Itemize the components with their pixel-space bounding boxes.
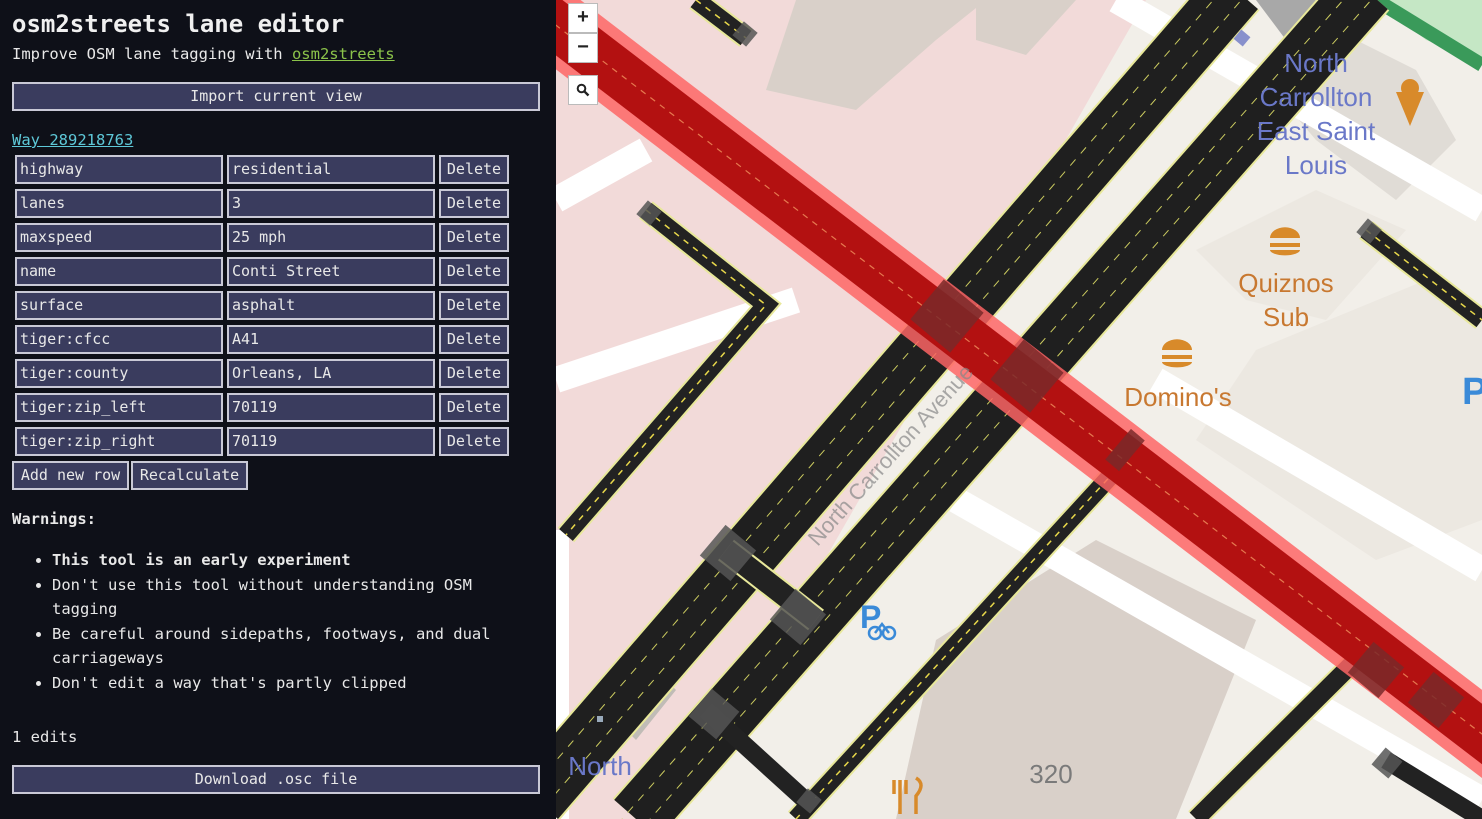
- warning-item: Don't use this tool without understandin…: [52, 573, 522, 621]
- subtitle-text: Improve OSM lane tagging with: [12, 45, 292, 63]
- tag-key-input[interactable]: tiger:cfcc: [15, 325, 223, 354]
- parking-icon: P: [1462, 371, 1482, 413]
- tag-value-input[interactable]: 70119: [227, 393, 435, 422]
- tag-key-input[interactable]: lanes: [15, 189, 223, 218]
- magnifier-icon: [576, 83, 590, 97]
- label-carrollton-3: East Saint: [1257, 116, 1376, 146]
- warnings-list: This tool is an early experiment Don't u…: [36, 548, 522, 696]
- label-carrollton-4: Louis: [1285, 150, 1347, 180]
- zoom-out-button[interactable]: −: [568, 33, 598, 63]
- warning-item: This tool is an early experiment: [52, 548, 522, 572]
- tag-key-input[interactable]: maxspeed: [15, 223, 223, 252]
- label-quiznos-2: Sub: [1263, 302, 1309, 332]
- edits-count: 1 edits: [12, 728, 78, 746]
- app-subtitle: Improve OSM lane tagging with osm2street…: [12, 45, 395, 63]
- label-quiznos-1: Quiznos: [1238, 268, 1333, 298]
- tag-value-input[interactable]: A41: [227, 325, 435, 354]
- tag-value-input[interactable]: asphalt: [227, 291, 435, 320]
- app-title: osm2streets lane editor: [12, 10, 345, 38]
- zoom-in-button[interactable]: +: [568, 3, 598, 33]
- tag-key-input[interactable]: tiger:zip_right: [15, 427, 223, 456]
- osm2streets-link[interactable]: osm2streets: [292, 45, 395, 63]
- tag-value-input[interactable]: 70119: [227, 427, 435, 456]
- delete-row-button[interactable]: Delete: [439, 359, 509, 388]
- warnings-title: Warnings:: [12, 510, 96, 528]
- tag-key-input[interactable]: tiger:zip_left: [15, 393, 223, 422]
- map-canvas[interactable]: North Carrollton East Saint Louis Quizno…: [556, 0, 1482, 819]
- crossing-icon: [597, 716, 603, 722]
- download-osc-button[interactable]: Download .osc file: [12, 765, 540, 794]
- tag-key-input[interactable]: name: [15, 257, 223, 286]
- tag-key-input[interactable]: surface: [15, 291, 223, 320]
- way-link[interactable]: Way 289218763: [12, 131, 133, 149]
- add-row-button[interactable]: Add new row: [12, 461, 129, 490]
- tag-key-input[interactable]: highway: [15, 155, 223, 184]
- warning-item: Don't edit a way that's partly clipped: [52, 671, 522, 695]
- label-house-number: 320: [1029, 759, 1072, 789]
- delete-row-button[interactable]: Delete: [439, 325, 509, 354]
- delete-row-button[interactable]: Delete: [439, 427, 509, 456]
- tag-value-input[interactable]: 3: [227, 189, 435, 218]
- map-view[interactable]: North Carrollton East Saint Louis Quizno…: [556, 0, 1482, 819]
- delete-row-button[interactable]: Delete: [439, 223, 509, 252]
- tag-value-input[interactable]: residential: [227, 155, 435, 184]
- tag-value-input[interactable]: 25 mph: [227, 223, 435, 252]
- label-carrollton-1: North: [1284, 48, 1348, 78]
- delete-row-button[interactable]: Delete: [439, 155, 509, 184]
- label-north-bottom: North: [568, 751, 632, 781]
- recalculate-button[interactable]: Recalculate: [131, 461, 248, 490]
- delete-row-button[interactable]: Delete: [439, 393, 509, 422]
- tag-value-input[interactable]: Conti Street: [227, 257, 435, 286]
- import-view-button[interactable]: Import current view: [12, 82, 540, 111]
- delete-row-button[interactable]: Delete: [439, 291, 509, 320]
- label-dominos: Domino's: [1124, 382, 1232, 412]
- search-button[interactable]: [568, 75, 598, 105]
- tag-key-input[interactable]: tiger:county: [15, 359, 223, 388]
- sidebar: osm2streets lane editor Improve OSM lane…: [0, 0, 556, 819]
- delete-row-button[interactable]: Delete: [439, 257, 509, 286]
- warning-item: Be careful around sidepaths, footways, a…: [52, 622, 522, 670]
- label-carrollton-2: Carrollton: [1260, 82, 1373, 112]
- tag-value-input[interactable]: Orleans, LA: [227, 359, 435, 388]
- delete-row-button[interactable]: Delete: [439, 189, 509, 218]
